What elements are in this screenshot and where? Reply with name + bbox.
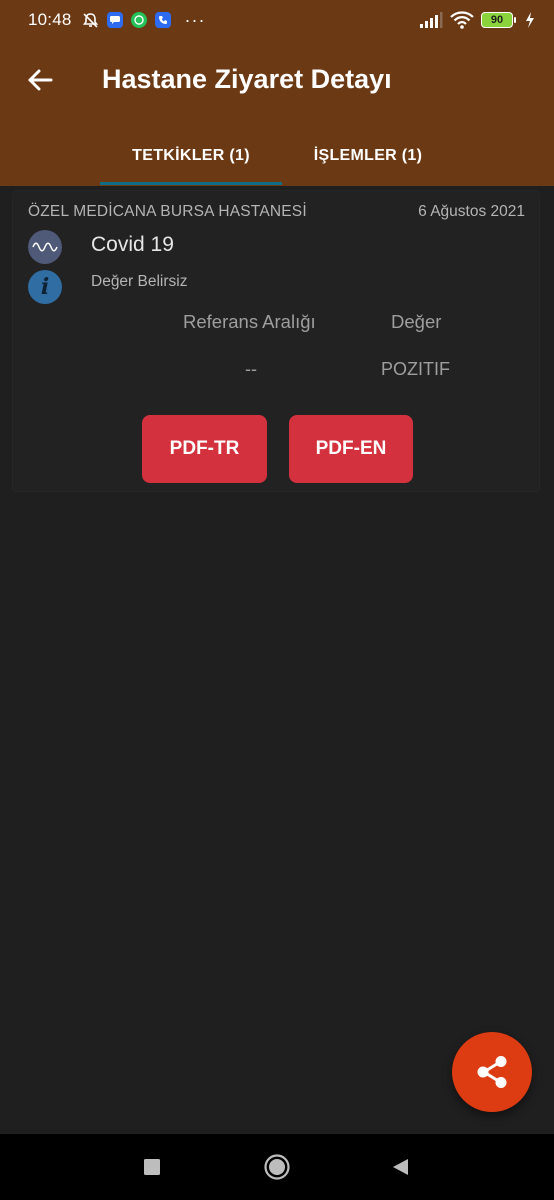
value-status: Değer Belirsiz [91,273,188,290]
test-result-card[interactable]: ÖZEL MEDİCANA BURSA HASTANESİ 6 Ağustos … [12,190,540,492]
page-title: Hastane Ziyaret Detayı [102,64,392,94]
status-right: 90 [419,11,536,29]
home-icon [264,1154,290,1180]
hospital-name: ÖZEL MEDİCANA BURSA HASTANESİ [28,203,307,220]
messages-app-icon [106,12,123,28]
system-back-button[interactable] [370,1134,430,1200]
home-button[interactable] [247,1134,307,1200]
reference-range-header: Referans Aralığı [183,311,316,332]
whatsapp-icon [130,12,147,28]
phone-app-icon [154,12,171,28]
system-nav-bar [0,1134,554,1200]
signal-icon [419,11,443,29]
back-button[interactable] [18,58,62,102]
recent-apps-icon [144,1159,160,1175]
pdf-en-button[interactable]: PDF-EN [289,415,413,483]
info-icon: i [28,270,62,304]
app-bar: Hastane Ziyaret Detayı TETKİKLER (1) İŞL… [0,40,554,186]
status-time: 10:48 [28,10,72,29]
back-triangle-icon [393,1159,408,1175]
result-value: POZITIF [381,359,450,379]
charging-icon [524,12,536,29]
waveform-icon [28,230,62,264]
mute-alarm-icon [82,12,99,29]
tab-islemler[interactable]: İŞLEMLER (1) [282,126,454,186]
tab-bar: TETKİKLER (1) İŞLEMLER (1) [0,126,554,186]
status-left: 10:48 ··· [28,10,206,31]
visit-date: 6 Ağustos 2021 [418,203,525,220]
reference-range-value: -- [245,359,257,379]
battery-icon: 90 [481,12,516,28]
value-header: Değer [391,311,442,332]
arrow-left-icon [28,69,53,91]
status-more-text: ··· [184,9,206,30]
share-button[interactable] [452,1032,532,1112]
pdf-tr-button[interactable]: PDF-TR [142,415,267,483]
recent-apps-button[interactable] [122,1134,182,1200]
battery-level: 90 [490,14,504,26]
share-icon [477,1056,507,1088]
wifi-icon [450,11,474,29]
status-bar: 10:48 ··· 90 [0,0,554,40]
tab-indicator [100,182,282,185]
tab-tetkikler[interactable]: TETKİKLER (1) [100,126,282,186]
test-name: Covid 19 [91,233,174,256]
